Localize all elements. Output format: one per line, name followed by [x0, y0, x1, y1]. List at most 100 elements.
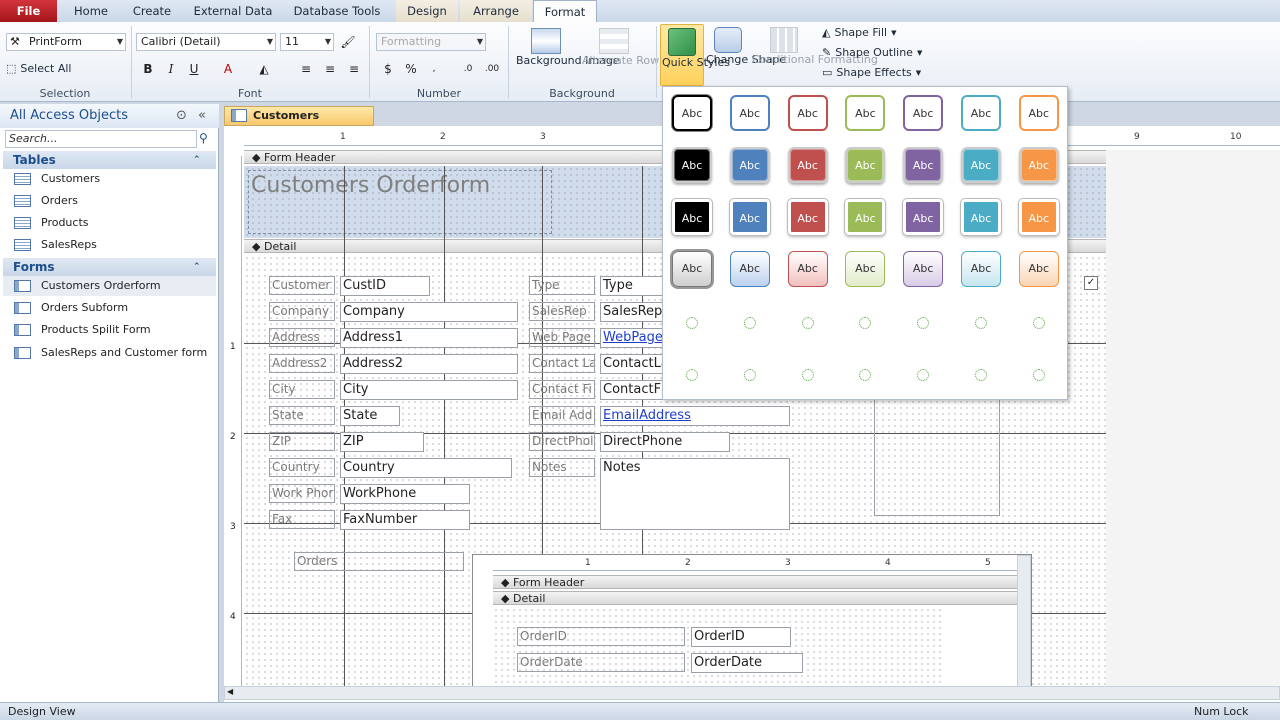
empty-style-slot[interactable]	[975, 317, 987, 329]
conditional-formatting-button[interactable]: Conditional Formatting	[752, 27, 878, 66]
sub-field-orderid[interactable]: OrderID	[691, 627, 791, 647]
nav-section-forms[interactable]: Forms ⌃	[3, 258, 216, 276]
field-faxnumber[interactable]: FaxNumber	[340, 510, 470, 530]
sub-field-orderdate[interactable]: OrderDate	[691, 653, 803, 673]
label-company[interactable]: Company	[269, 302, 335, 321]
percent-button[interactable]: %	[401, 60, 421, 78]
align-right-icon[interactable]: ≡	[344, 60, 364, 78]
quick-style-swatch[interactable]: Abc	[903, 147, 944, 183]
quick-style-swatch[interactable]: Abc	[787, 147, 828, 183]
quick-style-swatch[interactable]: Abc	[961, 251, 1001, 287]
empty-style-slot[interactable]	[859, 317, 872, 329]
label-contact-first[interactable]: Contact Fi	[529, 380, 595, 399]
chevron-down-circle-icon[interactable]: ⊙	[176, 104, 187, 128]
quick-style-swatch[interactable]: Abc	[672, 147, 712, 183]
empty-style-slot[interactable]	[686, 369, 698, 381]
field-company[interactable]: Company	[340, 302, 518, 322]
field-notes[interactable]: Notes	[600, 458, 790, 530]
tab-format[interactable]: Format	[533, 0, 597, 23]
quick-style-swatch[interactable]: Abc	[845, 199, 886, 235]
quick-style-swatch[interactable]: Abc	[672, 95, 712, 131]
field-address1[interactable]: Address1	[340, 328, 518, 348]
font-color-icon[interactable]: A	[218, 60, 238, 78]
shape-fill-button[interactable]: ◭ Shape Fill ▼	[822, 26, 897, 39]
field-salesrep[interactable]: SalesRep	[600, 302, 664, 322]
empty-style-slot[interactable]	[743, 369, 756, 381]
empty-style-slot[interactable]	[801, 317, 814, 329]
shape-outline-button[interactable]: ✎ Shape Outline ▼	[822, 46, 922, 59]
label-work-phone[interactable]: Work Phor	[269, 484, 335, 503]
label-type[interactable]: Type	[529, 276, 595, 295]
change-shape-button[interactable]: Change Shape	[706, 27, 786, 66]
quick-style-swatch[interactable]: Abc	[1018, 251, 1059, 287]
horizontal-scrollbar[interactable]: ◀	[224, 686, 1280, 700]
document-tab[interactable]: Customers Orderform	[224, 106, 374, 140]
quick-style-swatch[interactable]: Abc	[903, 95, 944, 131]
tab-external-data[interactable]: External Data	[184, 0, 282, 22]
collapse-pane-icon[interactable]: «	[198, 104, 206, 128]
header-title-label[interactable]: Customers Orderform	[248, 170, 552, 234]
tab-design[interactable]: Design	[396, 0, 458, 22]
fill-color-icon[interactable]: ◭	[254, 60, 274, 78]
search-icon[interactable]: ⚲	[199, 131, 208, 145]
tab-arrange[interactable]: Arrange	[460, 0, 532, 22]
font-name-combo[interactable]: Calibri (Detail) ▼	[136, 33, 276, 51]
quick-styles-button[interactable]: Quick Styles	[660, 24, 730, 86]
quick-style-swatch[interactable]: Abc	[787, 95, 828, 131]
background-image-button[interactable]: Background Image	[512, 28, 620, 67]
field-address2[interactable]: Address2	[340, 354, 518, 374]
italic-button[interactable]: I	[161, 60, 181, 78]
quick-style-swatch[interactable]: Abc	[1018, 95, 1059, 131]
quick-style-swatch[interactable]: Abc	[729, 199, 770, 235]
quick-style-swatch[interactable]: Abc	[903, 199, 944, 235]
quick-style-swatch[interactable]: Abc	[845, 251, 886, 287]
field-country[interactable]: Country	[340, 458, 512, 478]
label-fax[interactable]: Fax	[269, 510, 335, 529]
nav-form-products-split[interactable]: Products Spilit Form	[14, 320, 151, 340]
field-directphone[interactable]: DirectPhone	[600, 432, 730, 452]
field-emailaddress[interactable]: EmailAddress	[600, 406, 790, 426]
select-all-button[interactable]: ⬚ Select All	[6, 62, 71, 75]
sub-label-orderid[interactable]: OrderID	[517, 627, 685, 646]
label-salesrep[interactable]: SalesRep	[529, 302, 595, 321]
label-web-page[interactable]: Web Page	[529, 328, 595, 347]
field-workphone[interactable]: WorkPhone	[340, 484, 470, 504]
empty-style-slot[interactable]	[1032, 317, 1045, 329]
label-country[interactable]: Country	[269, 458, 335, 477]
quick-style-swatch[interactable]: Abc	[787, 199, 828, 235]
nav-form-salesreps-customer[interactable]: SalesReps and Customer form	[14, 343, 207, 363]
empty-style-slot[interactable]	[686, 317, 698, 329]
subform-header-bar[interactable]: ◆ Form Header	[493, 575, 1017, 589]
quick-style-swatch[interactable]: Abc	[787, 251, 828, 287]
label-state[interactable]: State	[269, 406, 335, 425]
label-notes[interactable]: Notes	[529, 458, 595, 477]
tab-file[interactable]: File	[0, 0, 57, 22]
decrease-decimal-icon[interactable]: .00	[482, 60, 502, 78]
empty-style-slot[interactable]	[975, 369, 987, 381]
image-placeholder[interactable]	[874, 382, 1000, 516]
label-orders[interactable]: Orders	[294, 552, 464, 571]
quick-style-swatch[interactable]: Abc	[845, 147, 886, 183]
subform-detail-bar[interactable]: ◆ Detail	[493, 591, 1017, 605]
comma-icon[interactable]: ,	[424, 60, 444, 78]
quick-style-swatch[interactable]: Abc	[1018, 147, 1059, 183]
tab-database-tools[interactable]: Database Tools	[284, 0, 390, 22]
field-city[interactable]: City	[340, 380, 518, 400]
empty-style-slot[interactable]	[917, 369, 930, 381]
quick-style-swatch[interactable]: Abc	[961, 199, 1001, 235]
field-type[interactable]: Type	[600, 276, 664, 296]
sub-label-orderdate[interactable]: OrderDate	[517, 653, 685, 672]
format-painter-icon[interactable]: 🖌	[338, 33, 358, 51]
nav-table-products[interactable]: Products	[14, 213, 89, 233]
increase-decimal-icon[interactable]: .0	[458, 60, 478, 78]
shape-effects-button[interactable]: ▭ Shape Effects ▼	[822, 66, 921, 79]
quick-style-swatch[interactable]: Abc	[729, 147, 770, 183]
nav-form-customers-orderform[interactable]: Customers Orderform	[3, 276, 216, 296]
label-address2[interactable]: Address2	[269, 354, 335, 373]
orders-subform[interactable]: 1 2 3 4 5 ◆ Form Header ◆ Detail OrderID…	[472, 554, 1032, 700]
empty-style-slot[interactable]	[859, 369, 872, 381]
bold-button[interactable]: B	[138, 60, 158, 78]
field-custid[interactable]: CustID	[340, 276, 430, 296]
nav-table-orders[interactable]: Orders	[14, 191, 78, 211]
quick-style-swatch[interactable]: Abc	[672, 251, 712, 287]
